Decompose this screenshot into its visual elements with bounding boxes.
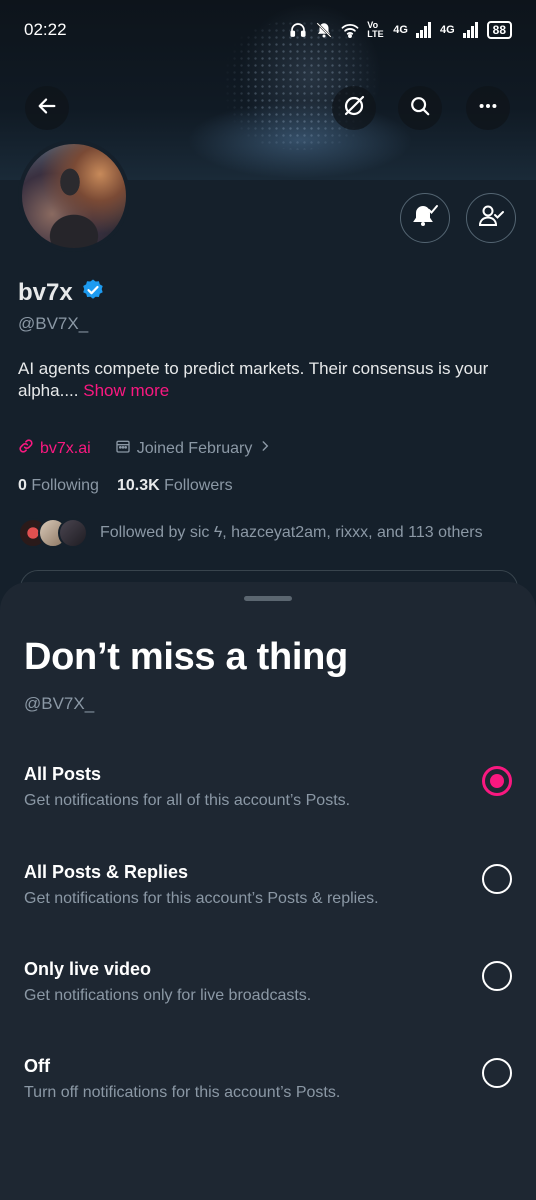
- sheet-handle: @BV7X_: [24, 694, 95, 713]
- sheet-title: Don’t miss a thing: [24, 636, 348, 678]
- volte-label: Vo LTE: [367, 20, 384, 39]
- network-type-2: 4G: [439, 24, 455, 36]
- followed-by-text: Followed by sic ϟ, hazceyat2am, rixxx, a…: [100, 524, 483, 541]
- arrow-left-icon: [36, 95, 58, 122]
- option-only-live-video[interactable]: Only live video Get notifications only f…: [0, 959, 536, 1039]
- status-bar: 02:22 Vo LTE 4G 4G 88: [0, 0, 536, 60]
- follow-stats: 0 Following 10.3K Followers: [18, 477, 233, 495]
- profile-website-link[interactable]: bv7x.ai: [40, 440, 91, 458]
- bell-muted-icon: [315, 21, 333, 39]
- notifications-subscribed-button[interactable]: [400, 193, 450, 243]
- option-label: All Posts: [24, 764, 102, 784]
- radio-button[interactable]: [482, 1058, 512, 1088]
- profile-name: bv7x: [18, 278, 73, 306]
- notification-settings-sheet: Don’t miss a thing @BV7X_ All Posts Get …: [0, 582, 536, 1200]
- slash-circle-icon: [342, 94, 366, 123]
- following-button[interactable]: [466, 193, 516, 243]
- bell-check-icon: [411, 202, 439, 235]
- avatar[interactable]: [18, 140, 130, 252]
- calendar-icon: [115, 438, 131, 459]
- search-icon: [409, 95, 431, 122]
- profile-meta: bv7x.ai Joined February: [18, 438, 272, 459]
- followers-label: Followers: [164, 477, 233, 494]
- verified-badge-icon[interactable]: [81, 278, 105, 307]
- profile-handle: @BV7X_: [18, 314, 89, 333]
- option-description: Turn off notifications for this account’…: [24, 1084, 341, 1101]
- option-description: Get notifications for all of this accoun…: [24, 792, 351, 809]
- option-label: All Posts & Replies: [24, 862, 189, 882]
- headphones-icon: [289, 21, 307, 39]
- option-all-posts[interactable]: All Posts Get notifications for all of t…: [0, 764, 536, 844]
- followers-stat[interactable]: 10.3K Followers: [117, 477, 233, 495]
- followed-by-row[interactable]: Followed by sic ϟ, hazceyat2am, rixxx, a…: [18, 518, 483, 548]
- back-button[interactable]: [25, 86, 69, 130]
- battery-indicator: 88: [486, 21, 512, 39]
- chevron-right-icon[interactable]: [258, 439, 272, 458]
- signal-bars-icon: [462, 22, 479, 38]
- option-label: Off: [24, 1056, 50, 1076]
- signal-bars-icon: [415, 22, 432, 38]
- link-icon: [18, 438, 34, 459]
- show-more-link[interactable]: Show more: [83, 381, 169, 400]
- option-all-posts-replies[interactable]: All Posts & Replies Get notifications fo…: [0, 862, 536, 942]
- following-count: 0: [18, 477, 27, 494]
- option-off[interactable]: Off Turn off notifications for this acco…: [0, 1056, 536, 1136]
- option-description: Get notifications only for live broadcas…: [24, 987, 312, 1004]
- radio-button[interactable]: [482, 864, 512, 894]
- radio-button[interactable]: [482, 961, 512, 991]
- followers-count: 10.3K: [116, 477, 160, 494]
- battery-level: 88: [492, 23, 506, 37]
- wifi-icon: [341, 22, 359, 38]
- profile-name-row: bv7x: [18, 278, 105, 307]
- sheet-drag-handle[interactable]: [244, 596, 292, 601]
- status-time: 02:22: [24, 20, 67, 39]
- more-horizontal-icon: [477, 95, 499, 122]
- radio-button[interactable]: [482, 766, 512, 796]
- avatar: [58, 518, 88, 548]
- profile-bio: AI agents compete to predict markets. Th…: [18, 358, 518, 402]
- option-description: Get notifications for this account’s Pos…: [24, 890, 379, 907]
- more-button[interactable]: [466, 86, 510, 130]
- network-type-1: 4G: [393, 24, 408, 36]
- following-stat[interactable]: 0 Following: [18, 477, 99, 495]
- person-check-icon: [477, 202, 505, 235]
- option-label: Only live video: [24, 959, 152, 979]
- following-label: Following: [31, 477, 99, 494]
- grok-button[interactable]: [332, 86, 376, 130]
- search-button[interactable]: [398, 86, 442, 130]
- joined-date: Joined February: [136, 439, 253, 457]
